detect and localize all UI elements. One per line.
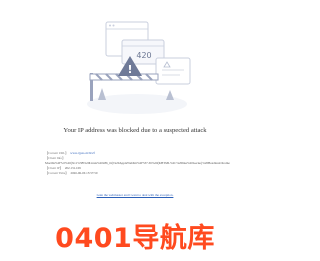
blocked-message: Your IP address was blocked due to a sus… — [63, 127, 207, 134]
right-document — [155, 57, 191, 85]
report-exception-link[interactable]: Gain the webmaster and I want to deal wi… — [0, 193, 270, 197]
error-code-text: 420 — [136, 51, 151, 60]
time-value: 2026-06-06 15:57:50 — [70, 171, 98, 175]
ip-value: 202.131.109 — [64, 166, 81, 170]
blocked-illustration: 420 ! — [78, 18, 196, 118]
ip-key: 【Client IP】 — [45, 166, 63, 170]
info-row-time: 【Current Time】 2026-06-06 15:57:50 — [45, 171, 270, 176]
url-value[interactable]: www.cjpzs.cn/9c2f — [70, 151, 94, 155]
client-key: 【Client Info】 — [45, 156, 66, 160]
site-watermark: 0401导航库 — [55, 223, 215, 254]
url-key: 【Current URL】 — [45, 151, 69, 155]
client-value: Mozilla%2F5.0%20(X11%3B%20Linux%20x86_64… — [45, 161, 230, 165]
request-info: 【Current URL】 www.cjpzs.cn/9c2f 【Client I… — [45, 151, 270, 176]
time-key: 【Current Time】 — [45, 171, 69, 175]
svg-text:!: ! — [127, 63, 132, 76]
